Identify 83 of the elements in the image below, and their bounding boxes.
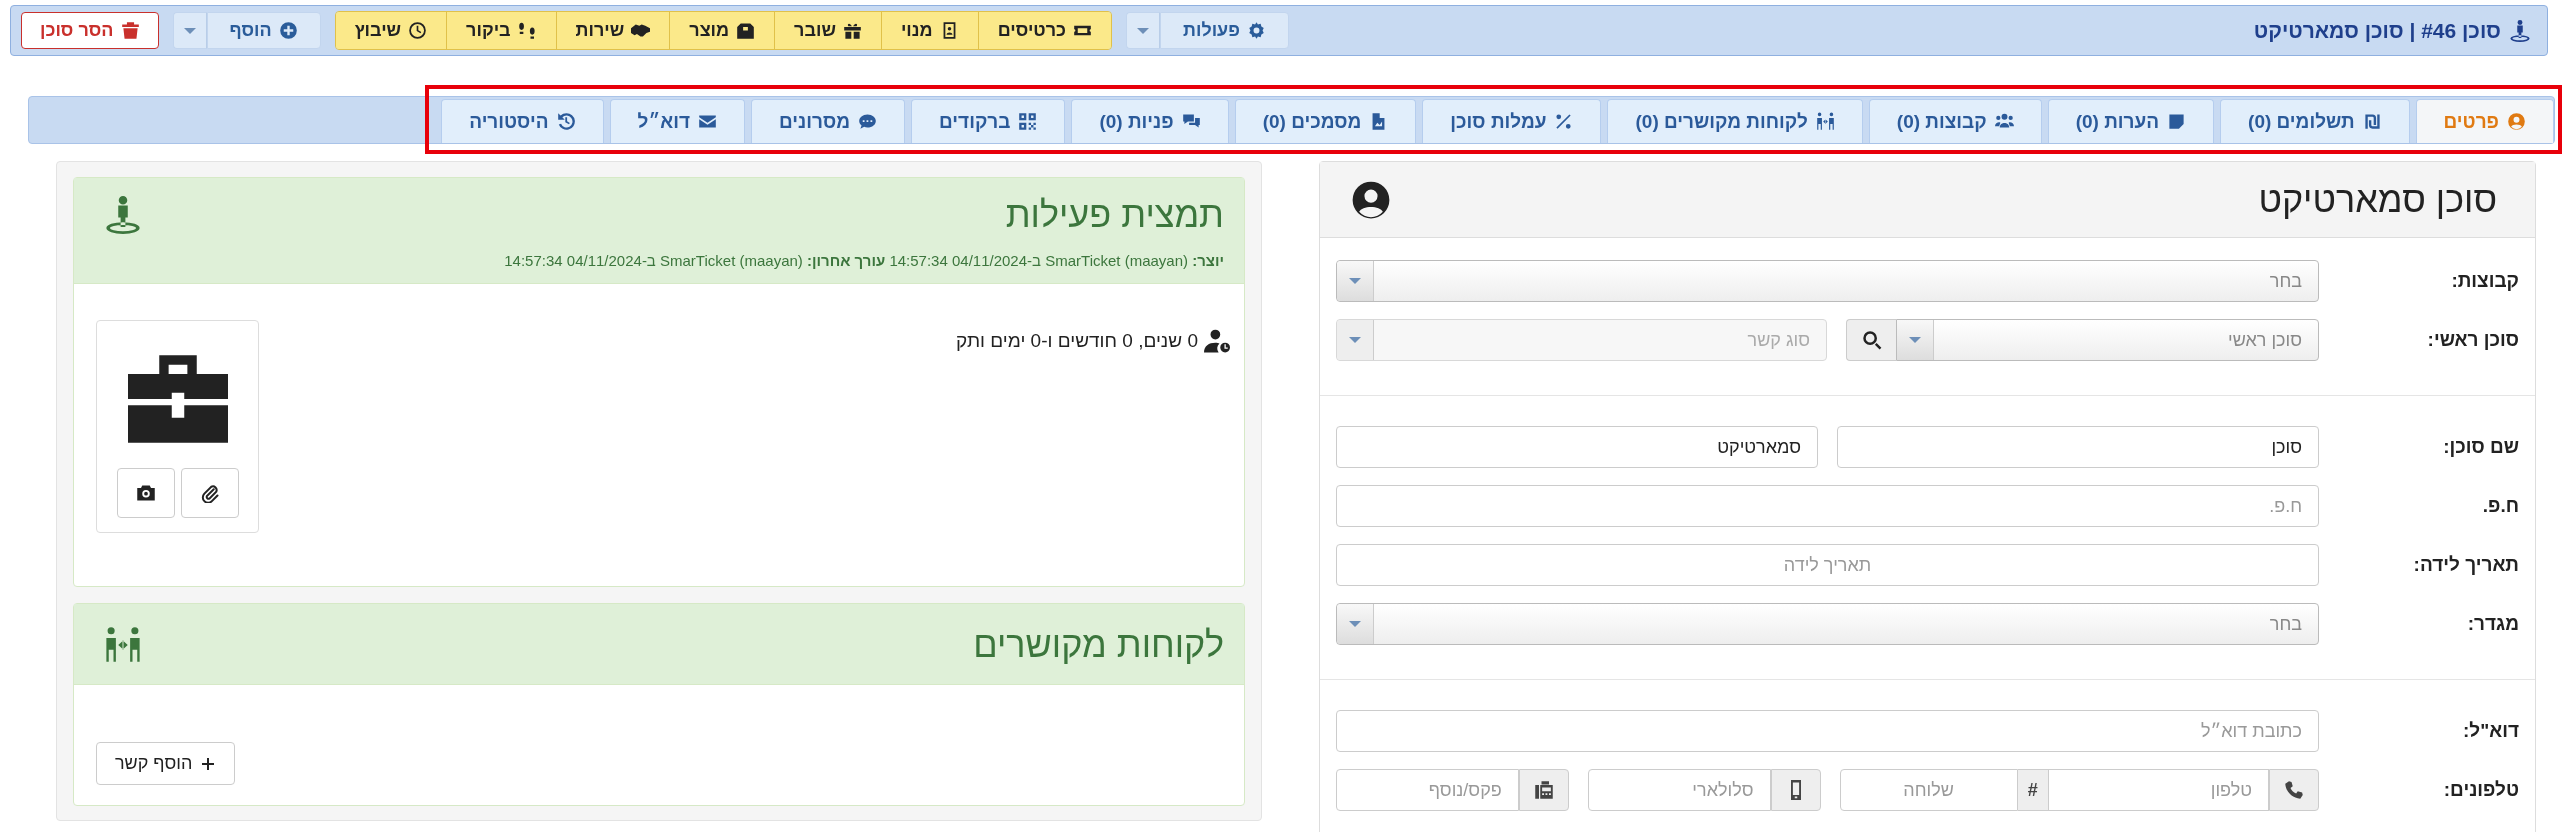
- caret-icon: [1349, 621, 1361, 627]
- mobile-field[interactable]: סלולארי: [1587, 769, 1771, 811]
- tab[interactable]: לקוחות מקושרים (0): [1607, 99, 1863, 143]
- footsteps-icon: [517, 21, 537, 40]
- audit-info: יוצר: SmarTicket (maayan) ב-04/11/2024 14:57:34 עורך אחרון: SmarTicket (maayan) ב-04/11/2024 14:57:34: [503, 252, 1224, 269]
- search-button[interactable]: [1846, 319, 1896, 361]
- card-title: תמצית פעילות: [1005, 194, 1224, 236]
- date-field[interactable]: תאריך לידה: [1336, 544, 2319, 586]
- field-label: תאריך לידה:: [2412, 554, 2519, 576]
- person-pin-icon: [2509, 19, 2531, 42]
- text-field[interactable]: ח.פ.: [1336, 485, 2319, 527]
- tab[interactable]: דוא״ל: [609, 99, 746, 143]
- quick-action-button[interactable]: מנוי: [880, 12, 978, 49]
- page-title: סוכן #46 | סוכן סמארטיקט: [2253, 18, 2501, 43]
- field-label: קבוצות:: [2450, 270, 2519, 292]
- tab[interactable]: היסטוריה: [441, 99, 604, 143]
- extension-addon: #: [2017, 769, 2048, 811]
- text-field[interactable]: סמארטיקט: [1336, 426, 1818, 468]
- field-label: שם סוכן:: [2442, 436, 2519, 458]
- qr-code-icon: [1018, 112, 1038, 131]
- select-field[interactable]: בחר: [1336, 260, 2319, 302]
- trash-icon: [120, 21, 140, 40]
- caret-icon: [1909, 337, 1921, 343]
- camera-icon: [135, 483, 156, 503]
- plus-icon: [200, 755, 217, 772]
- person-pin-icon: [104, 196, 142, 234]
- field-label: דוא"ל:: [2462, 720, 2519, 742]
- people-arrows-icon: [1815, 112, 1835, 131]
- gear-icon: [1246, 21, 1266, 40]
- add-relation-button[interactable]: הוסף קשר: [96, 742, 236, 785]
- add-button[interactable]: הוסף: [206, 12, 321, 49]
- remove-agent-button[interactable]: הסר סוכן: [21, 12, 159, 49]
- quick-action-button[interactable]: מוצר: [669, 12, 775, 49]
- quick-action-button[interactable]: שירות: [555, 12, 670, 49]
- field-label: מגדר:: [2466, 613, 2519, 635]
- quick-action-button[interactable]: כרטיסים: [977, 12, 1112, 49]
- sms-icon: [858, 112, 878, 131]
- quick-action-button[interactable]: שיבוץ: [335, 12, 447, 49]
- add-dropdown-button[interactable]: [172, 12, 207, 49]
- tab[interactable]: קבוצות (0): [1868, 99, 2042, 143]
- text-field[interactable]: כתובת דוא״ל: [1336, 710, 2319, 752]
- box-icon: [736, 21, 756, 40]
- tab[interactable]: עמלות סוכן: [1422, 99, 1602, 143]
- camera-button[interactable]: [116, 468, 175, 518]
- caret-icon: [1137, 27, 1150, 34]
- panel-title: סוכן סמארטיקט: [2258, 178, 2497, 221]
- history-icon: [556, 112, 576, 131]
- note-icon: [2167, 112, 2187, 131]
- caret-icon: [1349, 278, 1361, 284]
- attach-button[interactable]: [180, 468, 239, 518]
- tab[interactable]: הערות (0): [2047, 99, 2215, 143]
- percent-icon: [1554, 112, 1574, 131]
- card-title: לקוחות מקושרים: [973, 624, 1224, 666]
- select-field[interactable]: סוכן ראשי: [1896, 319, 2319, 361]
- fax-icon: [1533, 780, 1554, 800]
- phone-icon: [2284, 780, 2304, 800]
- clock-icon: [408, 21, 428, 40]
- caret-icon: [1349, 337, 1361, 343]
- text-field[interactable]: סוכן: [1837, 426, 2319, 468]
- shekel-icon: [2362, 112, 2382, 131]
- field-label: ח.פ.: [2481, 495, 2519, 517]
- quick-action-button[interactable]: ביקור: [446, 12, 556, 49]
- select-field[interactable]: בחר: [1336, 603, 2319, 645]
- search-icon: [1861, 330, 1882, 350]
- people-arrows-icon: [104, 626, 142, 664]
- caret-icon: [183, 27, 196, 34]
- paperclip-icon: [199, 483, 220, 503]
- field-label: טלפונים:: [2442, 779, 2519, 801]
- extension-field[interactable]: שלוחה: [1839, 769, 2018, 811]
- phone-field[interactable]: טלפון: [2047, 769, 2269, 811]
- quick-action-button[interactable]: שובר: [774, 12, 881, 49]
- tab[interactable]: תשלומים (0): [2220, 99, 2410, 143]
- actions-dropdown-button[interactable]: [1126, 12, 1161, 49]
- tab[interactable]: ברקודים: [911, 99, 1066, 143]
- gift-icon: [842, 21, 862, 40]
- fax-field[interactable]: פקס/נוסף: [1336, 769, 1519, 811]
- tab[interactable]: מסמכים (0): [1234, 99, 1417, 143]
- tab[interactable]: פניות (0): [1071, 99, 1229, 143]
- actions-button[interactable]: פעולות: [1160, 12, 1289, 49]
- field-label: סוכן ראשי:: [2426, 329, 2519, 351]
- seniority-text: 0 שנים, 0 חודשים ו-0 ימים ותק: [956, 330, 1198, 352]
- tab[interactable]: מסרונים: [751, 99, 906, 143]
- user-clock-icon: [1204, 328, 1230, 354]
